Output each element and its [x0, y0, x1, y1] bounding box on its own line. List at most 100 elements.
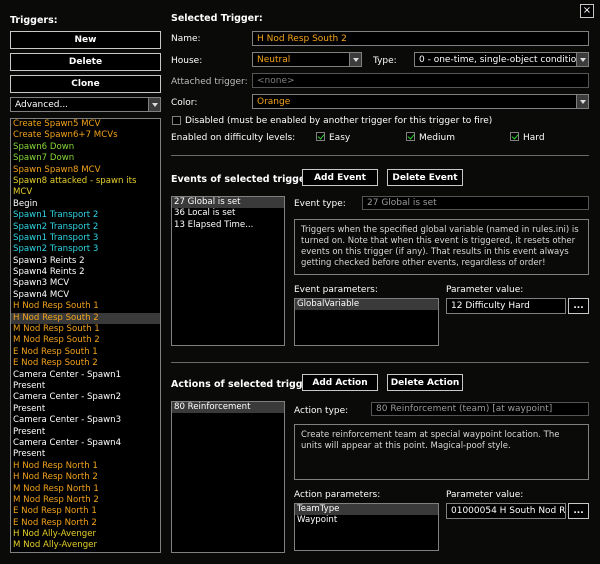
trigger-list-item[interactable]: Present: [11, 427, 160, 438]
new-trigger-button[interactable]: New: [10, 31, 161, 49]
color-label: Color:: [171, 98, 198, 108]
trigger-list-item[interactable]: E Nod Resp North 1: [11, 506, 160, 517]
event-list-item[interactable]: 36 Local is set: [172, 208, 284, 219]
chevron-down-icon[interactable]: [349, 53, 361, 66]
disabled-label: Disabled (must be enabled by another tri…: [185, 116, 493, 126]
hard-label: Hard: [523, 133, 545, 143]
action-list[interactable]: 80 Reinforcement: [171, 401, 285, 553]
event-list-item[interactable]: 13 Elapsed Time...: [172, 220, 284, 231]
attached-trigger-field[interactable]: <none>: [252, 73, 589, 88]
trigger-list-item[interactable]: H Nod Resp North 2: [11, 472, 160, 483]
trigger-list-item[interactable]: E Nod Resp North 2: [11, 518, 160, 529]
trigger-list-item[interactable]: Present: [11, 404, 160, 415]
medium-checkbox[interactable]: [406, 132, 415, 141]
trigger-list-item[interactable]: M Nod Ally-Avenger: [11, 540, 160, 551]
add-event-button[interactable]: Add Event: [302, 169, 378, 186]
action-param-value-field[interactable]: 01000054 H South Nod Resp: [446, 503, 566, 519]
add-action-button[interactable]: Add Action: [302, 374, 378, 391]
trigger-list-item[interactable]: Create Spawn5 MCV: [11, 119, 160, 130]
event-type-field: 27 Global is set: [362, 196, 589, 210]
divider-actions: [171, 362, 589, 363]
event-params-label: Event parameters:: [294, 285, 378, 295]
actions-title: Actions of selected trigger:: [171, 379, 318, 390]
trigger-filter-value: Advanced...: [15, 99, 69, 110]
trigger-list-item[interactable]: Spawn1 Transport 2: [11, 210, 160, 221]
action-param-item[interactable]: Waypoint: [295, 515, 438, 526]
trigger-list-item[interactable]: Spawn3 MCV: [11, 278, 160, 289]
trigger-list-item[interactable]: Present: [11, 449, 160, 460]
trigger-list-item[interactable]: MCV: [11, 187, 160, 198]
event-description: Triggers when the specified global varia…: [294, 219, 589, 275]
type-dropdown[interactable]: 0 - one-time, single-object condition: [414, 52, 589, 67]
trigger-list-item[interactable]: Spawn6 Down: [11, 142, 160, 153]
type-value: 0 - one-time, single-object condition: [419, 54, 583, 65]
trigger-list-item[interactable]: Camera Center - Spawn2: [11, 392, 160, 403]
action-param-browse-button[interactable]: ...: [568, 503, 589, 519]
trigger-list-item[interactable]: Create Spawn6+7 MCVs: [11, 130, 160, 141]
action-params-list[interactable]: TeamType Waypoint: [294, 503, 439, 551]
action-list-item[interactable]: 80 Reinforcement: [172, 402, 284, 414]
trigger-list-item[interactable]: M Nod Resp South 1: [11, 324, 160, 335]
event-type-label: Event type:: [294, 199, 346, 209]
event-param-browse-button[interactable]: ...: [568, 298, 589, 314]
clone-trigger-button[interactable]: Clone: [10, 75, 161, 93]
name-input[interactable]: H Nod Resp South 2: [252, 31, 589, 46]
trigger-list-item[interactable]: Spawn4 MCV: [11, 290, 160, 301]
action-description: Create reinforcement team at special way…: [294, 424, 589, 480]
event-param-value-field[interactable]: 12 Difficulty Hard: [446, 298, 566, 314]
close-icon[interactable]: ×: [580, 4, 594, 18]
triggers-title: Triggers:: [10, 15, 58, 26]
trigger-list-item[interactable]: M Nod Resp North 2: [11, 495, 160, 506]
trigger-list-item[interactable]: Spawn1 Transport 3: [11, 233, 160, 244]
house-dropdown[interactable]: Neutral: [252, 52, 362, 67]
divider-events: [171, 155, 589, 156]
event-param-item[interactable]: GlobalVariable: [295, 299, 438, 311]
event-param-value-label: Parameter value:: [446, 285, 524, 295]
action-param-value-label: Parameter value:: [446, 490, 524, 500]
trigger-list-item[interactable]: Spawn2 Transport 2: [11, 222, 160, 233]
chevron-down-icon[interactable]: [576, 53, 588, 66]
trigger-list-item[interactable]: E Nod Resp South 1: [11, 347, 160, 358]
delete-trigger-button[interactable]: Delete: [10, 53, 161, 71]
trigger-list-item[interactable]: H Nod Resp South 2: [11, 312, 160, 325]
chevron-down-icon[interactable]: [148, 98, 160, 111]
trigger-list-item[interactable]: H Nod Resp North 1: [11, 461, 160, 472]
trigger-list-item[interactable]: Camera Center - Spawn3: [11, 415, 160, 426]
trigger-list-item[interactable]: Spawn3 Reints 2: [11, 256, 160, 267]
trigger-list-item[interactable]: Camera Center - Spawn1: [11, 370, 160, 381]
trigger-list-item[interactable]: H Nod Ally-Avenger: [11, 529, 160, 540]
difficulty-label: Enabled on difficulty levels:: [171, 133, 296, 143]
color-value: Orange: [257, 96, 291, 107]
trigger-list-item[interactable]: Spawn Spawn8 MCV: [11, 165, 160, 176]
hard-checkbox[interactable]: [510, 132, 519, 141]
name-label: Name:: [171, 34, 201, 44]
trigger-list-item[interactable]: Spawn7 Down: [11, 153, 160, 164]
trigger-list-item[interactable]: Present: [11, 381, 160, 392]
action-params-label: Action parameters:: [294, 490, 381, 500]
event-params-list[interactable]: GlobalVariable: [294, 298, 439, 346]
trigger-list[interactable]: Create Spawn5 MCV Create Spawn6+7 MCVs Spa…: [10, 118, 161, 553]
trigger-filter-dropdown[interactable]: Advanced...: [10, 97, 161, 112]
disabled-checkbox[interactable]: [172, 116, 181, 125]
selected-trigger-title: Selected Trigger:: [171, 13, 263, 24]
trigger-list-item[interactable]: Camera Center - Spawn4: [11, 438, 160, 449]
trigger-list-item[interactable]: Spawn2 Transport 3: [11, 244, 160, 255]
medium-label: Medium: [419, 133, 455, 143]
trigger-list-item[interactable]: Begin: [11, 199, 160, 210]
house-label: House:: [171, 56, 203, 66]
trigger-list-item[interactable]: Spawn4 Reints 2: [11, 267, 160, 278]
trigger-list-item[interactable]: Spawn8 attacked - spawn its: [11, 176, 160, 187]
action-type-label: Action type:: [294, 406, 349, 416]
trigger-list-item[interactable]: H Nod Resp South 1: [11, 301, 160, 312]
chevron-down-icon[interactable]: [576, 95, 588, 108]
easy-checkbox[interactable]: [316, 132, 325, 141]
trigger-list-item[interactable]: M Nod Resp South 2: [11, 335, 160, 346]
action-param-item[interactable]: TeamType: [295, 504, 438, 516]
delete-action-button[interactable]: Delete Action: [387, 374, 463, 391]
trigger-list-item[interactable]: M Nod Resp North 1: [11, 484, 160, 495]
trigger-list-item[interactable]: E Nod Resp South 2: [11, 358, 160, 369]
event-list[interactable]: 27 Global is set 36 Local is set 13 Elapse…: [171, 196, 285, 346]
color-dropdown[interactable]: Orange: [252, 94, 589, 109]
event-list-item[interactable]: 27 Global is set: [172, 197, 284, 209]
delete-event-button[interactable]: Delete Event: [387, 169, 463, 186]
